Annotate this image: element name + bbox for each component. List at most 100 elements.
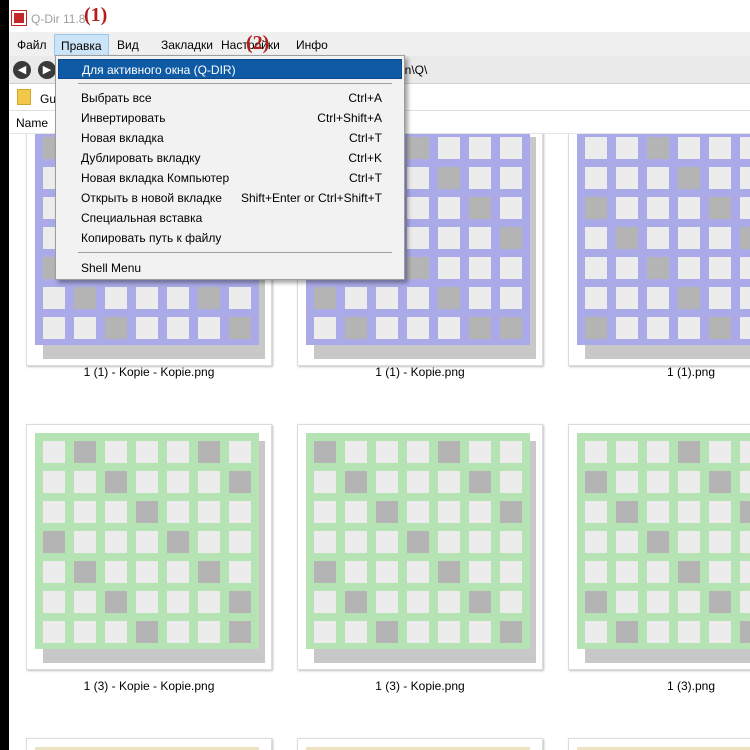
thumbnail-cell — [678, 591, 700, 613]
thumbnail-cell — [740, 591, 750, 613]
thumbnail-cell — [74, 287, 96, 309]
thumbnail-cell — [678, 561, 700, 583]
thumbnail-cell — [647, 561, 669, 583]
forward-arrow-icon[interactable]: ▶ — [38, 61, 56, 79]
thumbnail-cell — [167, 287, 189, 309]
thumbnail-cell — [229, 621, 251, 643]
thumbnail-cell — [438, 561, 460, 583]
menu-item-shell-menu[interactable]: Shell Menu — [58, 258, 402, 278]
thumbnail-cell — [198, 501, 220, 523]
menu-item-new-tab[interactable]: Новая вкладка Ctrl+T — [58, 128, 402, 148]
thumbnail-cell — [74, 531, 96, 553]
thumbnail-cell — [407, 287, 429, 309]
thumbnail-cell — [469, 531, 491, 553]
thumbnail-cell — [407, 591, 429, 613]
thumbnail-cell — [709, 471, 731, 493]
file-thumbnail[interactable] — [26, 424, 272, 670]
thumbnail-cell — [678, 227, 700, 249]
file-thumbnail[interactable] — [568, 738, 750, 750]
menu-item-paste-special[interactable]: Специальная вставка — [58, 208, 402, 228]
thumbnail-cell — [709, 591, 731, 613]
thumbnail-cell — [647, 167, 669, 189]
menu-item-open-in-new-tab[interactable]: Открыть в новой вкладке Shift+Enter or C… — [58, 188, 402, 208]
thumbnail-cell — [616, 197, 638, 219]
file-name-label[interactable]: 1 (1) - Kopie.png — [285, 365, 555, 379]
menu-bookmarks[interactable]: Закладки — [155, 34, 219, 56]
thumbnail-cell — [229, 501, 251, 523]
menu-item-copy-path[interactable]: Копировать путь к файлу — [58, 228, 402, 248]
thumbnail-cell — [314, 591, 336, 613]
thumbnail-cell — [469, 501, 491, 523]
menu-file[interactable]: Файл — [11, 34, 53, 56]
thumbnail-cell — [709, 227, 731, 249]
thumbnail-cell — [709, 317, 731, 339]
menu-item-new-computer-tab[interactable]: Новая вкладка Компьютер Ctrl+T — [58, 168, 402, 188]
file-name-label[interactable]: 1 (1) - Kopie - Kopie.png — [14, 365, 284, 379]
thumbnail-cell — [136, 317, 158, 339]
thumbnail-cell — [500, 501, 522, 523]
title-bar: Q-Dir 11.8 (1) — [9, 0, 750, 31]
thumbnail-cell — [345, 287, 367, 309]
thumbnail-image — [35, 433, 259, 649]
thumbnail-cell — [43, 317, 65, 339]
file-name-label[interactable]: 1 (3) - Kopie.png — [285, 679, 555, 693]
thumbnail-cell — [616, 471, 638, 493]
file-name-label[interactable]: 1 (3) - Kopie - Kopie.png — [14, 679, 284, 693]
menu-info[interactable]: Инфо — [290, 34, 334, 56]
thumbnail-cell — [407, 621, 429, 643]
file-thumbnail[interactable] — [568, 134, 750, 366]
back-arrow-icon[interactable]: ◀ — [13, 61, 31, 79]
thumbnail-cell — [469, 197, 491, 219]
menu-view[interactable]: Вид — [111, 34, 145, 56]
favorite-label[interactable]: Gu — [40, 92, 56, 106]
thumbnail-cell — [616, 227, 638, 249]
thumbnail-cell — [376, 591, 398, 613]
thumbnail-cell — [616, 501, 638, 523]
thumbnail-cell — [678, 257, 700, 279]
thumbnail-cell — [438, 227, 460, 249]
thumbnail-cell — [500, 471, 522, 493]
thumbnail-cell — [229, 591, 251, 613]
file-thumbnail[interactable] — [568, 424, 750, 670]
thumbnail-cell — [43, 561, 65, 583]
menu-item-invert[interactable]: Инвертировать Ctrl+Shift+A — [58, 108, 402, 128]
thumbnail-cell — [709, 197, 731, 219]
thumbnail-cell — [740, 621, 750, 643]
thumbnail-cell — [438, 287, 460, 309]
thumbnail-cell — [740, 137, 750, 159]
thumbnail-cell — [678, 531, 700, 553]
thumbnail-cell — [345, 621, 367, 643]
menu-edit[interactable]: Правка — [54, 34, 109, 56]
thumbnail-cell — [438, 471, 460, 493]
thumbnail-cell — [438, 317, 460, 339]
thumbnail-cell — [198, 287, 220, 309]
menu-item-active-window[interactable]: Для активного окна (Q-DIR) — [58, 59, 402, 79]
menu-item-select-all[interactable]: Выбрать все Ctrl+A — [58, 88, 402, 108]
thumbnail-cell — [469, 621, 491, 643]
thumbnail-cell — [678, 287, 700, 309]
thumbnail-cell — [314, 531, 336, 553]
thumbnail-cell — [438, 197, 460, 219]
menu-item-label: Для активного окна (Q-DIR) — [82, 63, 236, 77]
thumbnail-cell — [740, 197, 750, 219]
file-name-label[interactable]: 1 (3).png — [556, 679, 750, 693]
file-thumbnail[interactable] — [297, 424, 543, 670]
thumbnail-cell — [345, 441, 367, 463]
thumbnail-cell — [678, 471, 700, 493]
file-name-label[interactable]: 1 (1).png — [556, 365, 750, 379]
thumbnail-cell — [616, 531, 638, 553]
annotation-1: (1) — [84, 4, 108, 26]
thumbnail-cell — [709, 257, 731, 279]
file-thumbnail[interactable] — [297, 738, 543, 750]
thumbnail-cell — [438, 531, 460, 553]
file-thumbnail[interactable] — [26, 738, 272, 750]
thumbnail-cell — [500, 137, 522, 159]
menu-item-label: Shell Menu — [81, 261, 142, 275]
thumbnail-cell — [678, 137, 700, 159]
column-name-header[interactable]: Name — [16, 116, 48, 130]
menu-item-duplicate-tab[interactable]: Дублировать вкладку Ctrl+K — [58, 148, 402, 168]
thumbnail-cell — [469, 137, 491, 159]
thumbnail-cell — [198, 621, 220, 643]
thumbnail-cell — [585, 591, 607, 613]
thumbnail-cell — [376, 621, 398, 643]
